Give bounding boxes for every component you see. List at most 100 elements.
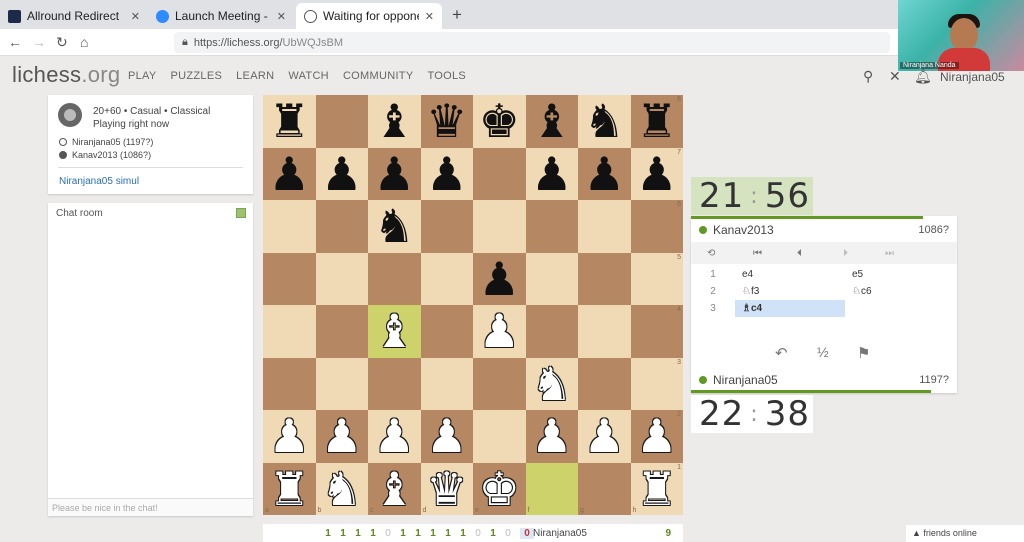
square-c8[interactable]: ♝ bbox=[368, 95, 421, 148]
first-move-icon[interactable]: ⏮ bbox=[753, 248, 762, 259]
black-rook-icon[interactable]: ♜ bbox=[269, 98, 310, 144]
nav-play[interactable]: PLAY bbox=[128, 70, 157, 82]
square-b7[interactable]: ♟ bbox=[315, 147, 368, 200]
nav-learn[interactable]: LEARN bbox=[236, 70, 274, 82]
white-queen-icon[interactable]: ♛ bbox=[426, 466, 467, 512]
simul-result[interactable]: 0 bbox=[520, 528, 534, 539]
simul-result[interactable]: 0 bbox=[475, 528, 481, 539]
square-g4[interactable] bbox=[578, 305, 631, 358]
simul-result[interactable]: 1 bbox=[325, 528, 331, 539]
current-move[interactable]: ♗c4 bbox=[735, 300, 845, 317]
square-g6[interactable] bbox=[578, 200, 631, 253]
friends-online-button[interactable]: ▲ friends online bbox=[906, 525, 1024, 542]
square-d2[interactable]: ♟ bbox=[420, 410, 473, 463]
black-king-icon[interactable]: ♚ bbox=[479, 98, 520, 144]
black-knight-icon[interactable]: ♞ bbox=[584, 98, 625, 144]
black-move[interactable] bbox=[845, 300, 955, 317]
last-move-icon[interactable]: ⏭ bbox=[885, 248, 894, 259]
square-b8[interactable] bbox=[315, 95, 368, 148]
square-f6[interactable] bbox=[525, 200, 578, 253]
simul-link[interactable]: Niranjana05 simul bbox=[59, 176, 139, 187]
close-icon[interactable]: ✕ bbox=[425, 10, 434, 23]
simul-result[interactable]: 1 bbox=[445, 528, 451, 539]
tab-allround-redirect[interactable]: Allround Redirect ✕ bbox=[0, 3, 148, 29]
opponent-player[interactable]: Kanav2013 1086? bbox=[699, 223, 949, 237]
square-f5[interactable] bbox=[525, 252, 578, 305]
square-b1[interactable]: b ♞ bbox=[315, 462, 368, 515]
simul-result[interactable]: 1 bbox=[400, 528, 406, 539]
square-e1[interactable]: e ♚ bbox=[473, 462, 526, 515]
square-e7[interactable] bbox=[473, 147, 526, 200]
square-h2[interactable]: 2 ♟ bbox=[630, 410, 683, 463]
simul-result[interactable]: 1 bbox=[355, 528, 361, 539]
white-rook-icon[interactable]: ♜ bbox=[636, 466, 677, 512]
black-queen-icon[interactable]: ♛ bbox=[426, 98, 467, 144]
square-d3[interactable] bbox=[420, 357, 473, 410]
square-b5[interactable] bbox=[315, 252, 368, 305]
square-d5[interactable] bbox=[420, 252, 473, 305]
square-h5[interactable]: 5 bbox=[630, 252, 683, 305]
chat-input[interactable]: Please be nice in the chat! bbox=[48, 498, 253, 516]
bell-icon[interactable]: 🔔︎ bbox=[914, 68, 932, 85]
tab-lichess[interactable]: Waiting for opponent - Play Ka ✕ bbox=[296, 3, 442, 29]
white-pawn-icon[interactable]: ♟ bbox=[374, 413, 415, 459]
white-knight-icon[interactable]: ♞ bbox=[321, 466, 362, 512]
black-rook-icon[interactable]: ♜ bbox=[636, 98, 677, 144]
search-icon[interactable]: ⚲ bbox=[863, 68, 873, 85]
new-tab-icon[interactable]: + bbox=[452, 5, 462, 25]
nav-tools[interactable]: TOOLS bbox=[427, 70, 466, 82]
simul-opponent[interactable]: Niranjana05 bbox=[533, 528, 587, 539]
white-pawn-icon[interactable]: ♟ bbox=[636, 413, 677, 459]
nav-puzzles[interactable]: PUZZLES bbox=[171, 70, 223, 82]
close-icon[interactable]: ✕ bbox=[889, 68, 901, 85]
square-b6[interactable] bbox=[315, 200, 368, 253]
simul-result[interactable]: 1 bbox=[415, 528, 421, 539]
nav-watch[interactable]: WATCH bbox=[288, 70, 329, 82]
simul-result[interactable]: 1 bbox=[430, 528, 436, 539]
flip-board-icon[interactable]: ⟲ bbox=[707, 248, 715, 259]
square-e2[interactable] bbox=[473, 410, 526, 463]
white-pawn-icon[interactable]: ♟ bbox=[479, 308, 520, 354]
black-move[interactable]: e5 bbox=[845, 266, 955, 283]
square-g3[interactable] bbox=[578, 357, 631, 410]
video-call-overlay[interactable]: Niranjana Nanda bbox=[898, 0, 1024, 71]
white-pawn-icon[interactable]: ♟ bbox=[321, 413, 362, 459]
white-pawn-icon[interactable]: ♟ bbox=[426, 413, 467, 459]
tab-zoom[interactable]: Launch Meeting - Zoom ✕ bbox=[148, 3, 294, 29]
back-icon[interactable]: ← bbox=[8, 34, 22, 50]
black-pawn-icon[interactable]: ♟ bbox=[269, 151, 310, 197]
square-a6[interactable] bbox=[263, 200, 316, 253]
black-move[interactable]: ♘c6 bbox=[845, 283, 955, 300]
simul-result[interactable]: 1 bbox=[370, 528, 376, 539]
simul-result[interactable]: 1 bbox=[340, 528, 346, 539]
square-g1[interactable]: g bbox=[578, 462, 631, 515]
square-g2[interactable]: ♟ bbox=[578, 410, 631, 463]
white-bishop-icon[interactable]: ♝ bbox=[374, 466, 415, 512]
black-pawn-icon[interactable]: ♟ bbox=[426, 151, 467, 197]
resign-flag-icon[interactable]: ⚑ bbox=[857, 344, 870, 362]
black-pawn-icon[interactable]: ♟ bbox=[636, 151, 677, 197]
white-pawn-icon[interactable]: ♟ bbox=[269, 413, 310, 459]
square-e6[interactable] bbox=[473, 200, 526, 253]
square-b2[interactable]: ♟ bbox=[315, 410, 368, 463]
square-f4[interactable] bbox=[525, 305, 578, 358]
black-pawn-icon[interactable]: ♟ bbox=[321, 151, 362, 197]
square-e4[interactable]: ♟ bbox=[473, 305, 526, 358]
nav-community[interactable]: COMMUNITY bbox=[343, 70, 414, 82]
square-f7[interactable]: ♟ bbox=[525, 147, 578, 200]
prev-move-icon[interactable]: ⏴ bbox=[797, 248, 802, 259]
square-a7[interactable]: ♟ bbox=[263, 147, 316, 200]
square-d6[interactable] bbox=[420, 200, 473, 253]
square-a8[interactable]: ♜ bbox=[263, 95, 316, 148]
square-c1[interactable]: c ♝ bbox=[368, 462, 421, 515]
square-a3[interactable] bbox=[263, 357, 316, 410]
square-c4[interactable]: ♝ bbox=[368, 305, 421, 358]
square-g8[interactable]: ♞ bbox=[578, 95, 631, 148]
square-a4[interactable] bbox=[263, 305, 316, 358]
square-d1[interactable]: d ♛ bbox=[420, 462, 473, 515]
black-bishop-icon[interactable]: ♝ bbox=[531, 98, 572, 144]
square-b3[interactable] bbox=[315, 357, 368, 410]
reload-icon[interactable]: ↻ bbox=[56, 34, 68, 51]
square-h8[interactable]: 8 ♜ bbox=[630, 95, 683, 148]
black-bishop-icon[interactable]: ♝ bbox=[374, 98, 415, 144]
